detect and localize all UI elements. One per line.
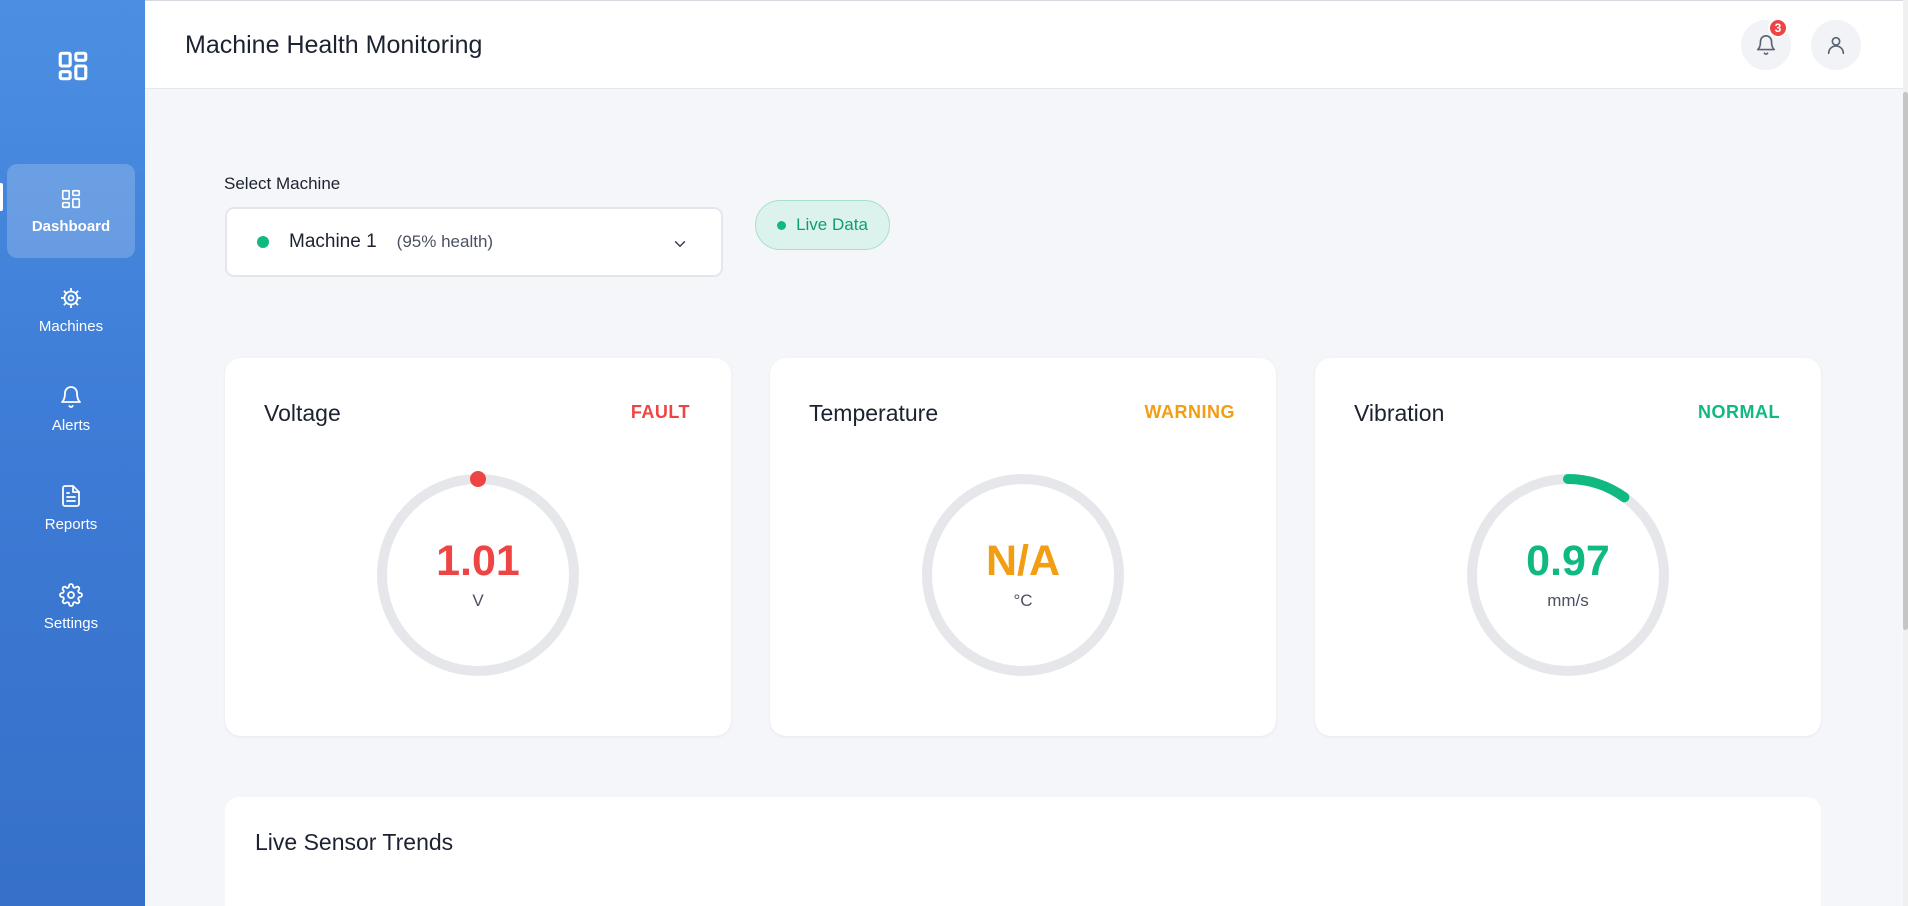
sidebar-item-label: Settings [43,614,99,632]
voltage-card: Voltage FAULT 1.01 V [225,358,731,736]
sidebar-item-alerts[interactable]: Alerts [7,362,135,456]
sidebar-item-label: Machines [38,317,104,335]
settings-gear-icon [59,582,83,607]
metric-value: 0.97 [1526,537,1610,585]
sidebar-item-reports[interactable]: Reports [7,461,135,555]
sidebar: Dashboard Machines Alerts Reports Settin… [0,0,145,906]
metric-unit: V [472,591,484,610]
live-sensor-trends-panel: Live Sensor Trends [225,797,1821,906]
live-data-badge: Live Data [755,200,890,250]
select-machine-label: Select Machine [224,174,341,193]
metric-status: NORMAL [1698,402,1780,422]
profile-button[interactable] [1811,20,1861,70]
dashboard-grid-icon [61,189,81,208]
top-header: Machine Health Monitoring 3 [145,0,1903,89]
sidebar-item-machines[interactable]: Machines [7,263,135,357]
document-icon [62,484,80,507]
machine-name: Machine 1 [289,231,377,252]
metric-status: WARNING [1144,402,1235,422]
metric-unit: °C [1013,591,1033,610]
page-title: Machine Health Monitoring [185,31,483,59]
sidebar-item-settings[interactable]: Settings [7,560,135,654]
notification-count-badge: 3 [1768,18,1788,38]
bell-icon [61,385,81,408]
live-data-label: Live Data [796,215,868,234]
gauge-value-arc [1563,474,1630,503]
metric-value: N/A [985,537,1061,585]
dashboard-grid-icon [58,51,87,81]
notifications-button[interactable]: 3 [1741,18,1791,70]
machine-health: (95% health) [396,232,494,251]
temperature-card: Temperature WARNING N/A °C [770,358,1276,736]
scrollbar-thumb[interactable] [1903,92,1908,630]
user-icon [1827,36,1845,55]
sidebar-item-label: Reports [44,515,98,533]
trends-title: Live Sensor Trends [255,829,454,855]
metric-title: Voltage [264,400,341,426]
vibration-card: Vibration NORMAL 0.97 mm/s [1315,358,1821,736]
sidebar-item-label: Alerts [51,416,91,434]
machine-status-dot [257,236,269,248]
sidebar-item-dashboard[interactable]: Dashboard [7,164,135,258]
cog-icon [61,287,81,308]
sidebar-item-label: Dashboard [31,217,111,235]
app-logo[interactable] [0,44,145,88]
metric-status: FAULT [630,402,690,422]
active-nav-indicator [0,183,3,211]
metric-unit: mm/s [1547,591,1589,610]
metric-title: Vibration [1354,400,1445,426]
chevron-down-icon [674,241,686,247]
metric-title: Temperature [809,400,939,426]
metric-value: 1.01 [436,537,520,585]
machine-select-dropdown[interactable]: Machine 1 (95% health) [225,207,723,277]
live-indicator-dot [777,220,787,230]
